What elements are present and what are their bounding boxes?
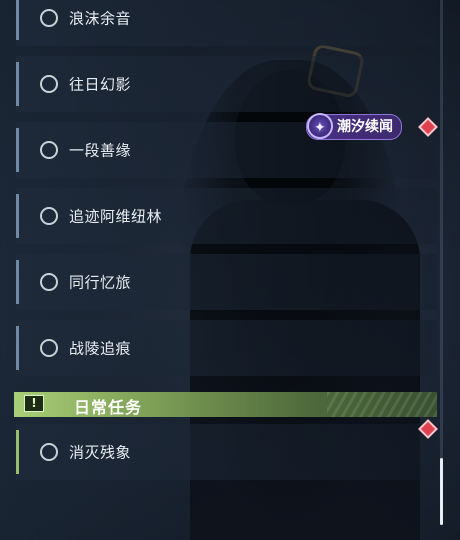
daily-section-header[interactable]: ! 日常任务 bbox=[14, 392, 437, 417]
quest-label: 战陵追痕 bbox=[69, 339, 132, 358]
quest-label: 消灭残象 bbox=[69, 443, 132, 462]
quest-label: 追迹阿维纽林 bbox=[69, 207, 163, 226]
quest-status-icon bbox=[40, 273, 58, 291]
quest-status-icon bbox=[40, 207, 58, 225]
quest-label: 浪沫余音 bbox=[69, 9, 132, 28]
quest-label: 往日幻影 bbox=[69, 75, 132, 94]
header-stripe-decoration bbox=[327, 392, 437, 417]
tide-sparkle-icon bbox=[307, 113, 333, 140]
quest-status-icon bbox=[40, 9, 58, 27]
quest-label: 一段善缘 bbox=[69, 141, 132, 160]
quest-status-icon bbox=[40, 443, 58, 461]
quest-status-icon bbox=[40, 75, 58, 93]
quest-row[interactable]: 同行忆旅 bbox=[16, 254, 437, 310]
daily-quest-row[interactable]: 消灭残象 bbox=[16, 424, 437, 480]
quest-row[interactable]: 追迹阿维纽林 bbox=[16, 188, 437, 244]
quest-label: 同行忆旅 bbox=[69, 273, 132, 292]
quest-row[interactable]: 浪沫余音 bbox=[16, 0, 437, 46]
tide-news-tag[interactable]: 潮汐续闻 bbox=[306, 113, 402, 140]
tag-label: 潮汐续闻 bbox=[337, 119, 393, 135]
scrollbar-thumb[interactable] bbox=[440, 458, 443, 525]
section-title: 日常任务 bbox=[74, 398, 143, 417]
quest-row[interactable]: 战陵追痕 bbox=[16, 320, 437, 376]
quest-status-icon bbox=[40, 339, 58, 357]
scrollbar-track[interactable] bbox=[440, 0, 443, 525]
quest-row[interactable]: 往日幻影 bbox=[16, 56, 437, 112]
alert-icon: ! bbox=[24, 395, 44, 412]
quest-status-icon bbox=[40, 141, 58, 159]
